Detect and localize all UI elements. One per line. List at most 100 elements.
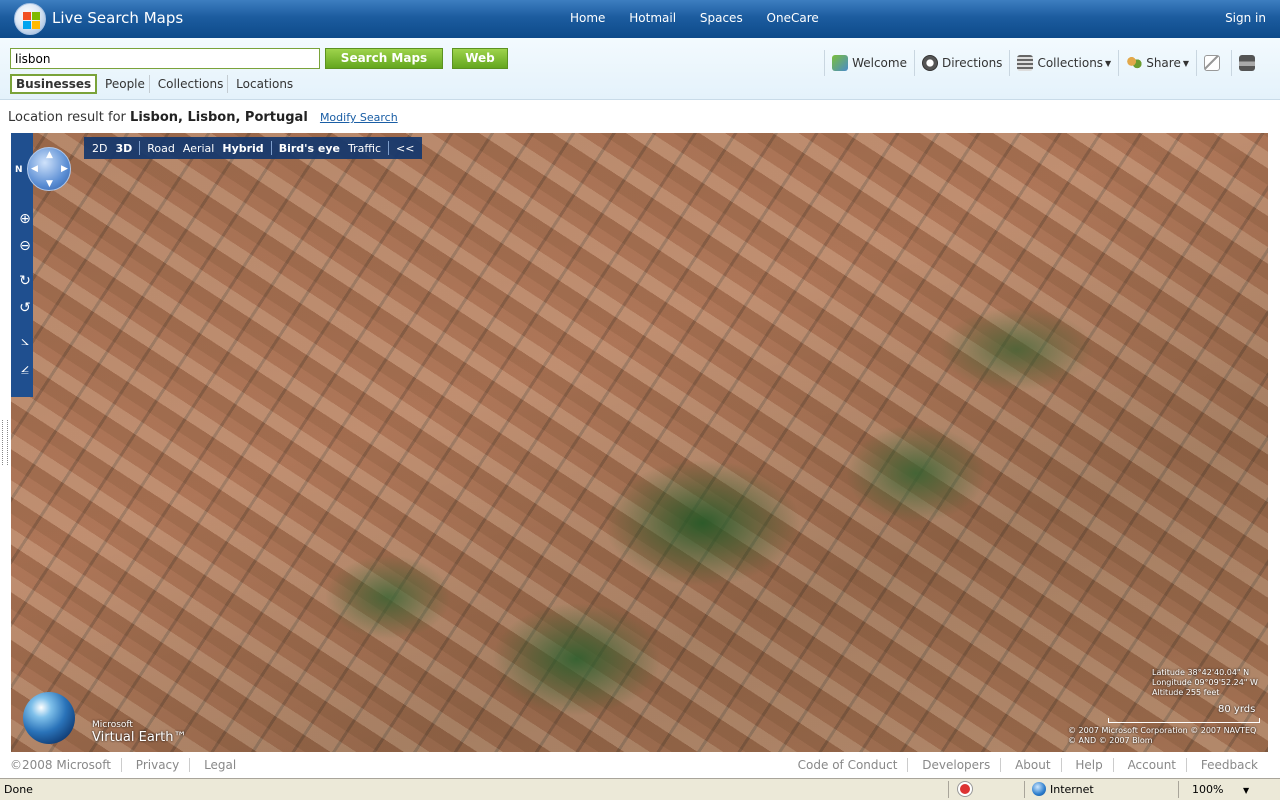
chevron-down-icon[interactable]: ▼	[1243, 786, 1249, 795]
footer-privacy-link[interactable]: Privacy	[125, 758, 191, 772]
copyright-line-2: © AND © 2007 Blom	[1068, 736, 1153, 745]
footer-about-link[interactable]: About	[1005, 758, 1062, 772]
rotate-clockwise-icon[interactable]: ↻	[17, 273, 33, 289]
nav-onecare[interactable]: OneCare	[767, 11, 819, 25]
collapse-mode-bar-button[interactable]: <<	[392, 142, 418, 155]
divider	[1024, 781, 1025, 798]
pan-left-icon[interactable]: ◀	[31, 164, 38, 174]
directions-label: Directions	[941, 56, 1003, 70]
mode-traffic[interactable]: Traffic	[344, 142, 385, 155]
page-footer: ©2008 Microsoft Privacy Legal Code of Co…	[0, 752, 1280, 776]
collections-label: Collections	[1037, 56, 1104, 70]
mode-3d[interactable]: 3D	[111, 142, 136, 155]
footer-account-link[interactable]: Account	[1117, 758, 1188, 772]
zoom-level-text: 100%	[1192, 783, 1224, 796]
latitude-text: Latitude 38°42'40.04" N	[1152, 668, 1250, 677]
directions-button[interactable]: Directions	[913, 50, 1009, 76]
map-tools: Welcome Directions Collections ▼ Share ▼	[824, 50, 1266, 76]
tilt-down-icon[interactable]: ⦤	[17, 360, 33, 376]
divider	[270, 141, 272, 155]
people-icon	[1126, 55, 1143, 71]
welcome-label: Welcome	[852, 56, 907, 70]
nav-home[interactable]: Home	[570, 11, 605, 25]
search-category-tabs: Businesses People Collections Locations	[10, 74, 297, 94]
divider	[948, 781, 949, 798]
mode-2d[interactable]: 2D	[88, 142, 111, 155]
nav-spaces[interactable]: Spaces	[700, 11, 743, 25]
mode-road[interactable]: Road	[143, 142, 179, 155]
internet-zone-icon	[1032, 782, 1046, 796]
scale-bar	[1108, 718, 1260, 723]
result-location: Lisbon, Lisbon, Portugal	[130, 110, 308, 125]
zoom-out-icon[interactable]: ⊖	[17, 238, 33, 254]
search-input[interactable]	[10, 48, 320, 69]
browser-zoom-level[interactable]: 100% ▼	[1192, 783, 1249, 796]
status-text: Done	[4, 783, 33, 796]
security-report-icon[interactable]	[958, 782, 972, 796]
share-button[interactable]: Share ▼	[1118, 50, 1196, 76]
pan-compass-control[interactable]: ▲ ▼ ◀ ▶	[27, 147, 71, 191]
tab-businesses[interactable]: Businesses	[10, 74, 98, 94]
virtual-earth-microsoft-text: Microsoft	[92, 720, 133, 730]
printer-icon	[1239, 55, 1255, 71]
map-canvas[interactable]	[11, 133, 1268, 752]
scale-label: 80 yrds	[1218, 704, 1256, 715]
footer-code-of-conduct-link[interactable]: Code of Conduct	[787, 758, 909, 772]
longitude-text: Longitude 09°09'52.24" W	[1152, 678, 1258, 687]
pan-right-icon[interactable]: ▶	[61, 164, 68, 174]
rotate-counterclockwise-icon[interactable]: ↺	[17, 300, 33, 316]
search-bar: Search Maps Web Businesses People Collec…	[0, 38, 1280, 100]
coordinates-readout: Latitude 38°42'40.04" N Longitude 09°09'…	[1152, 668, 1258, 698]
browser-status-bar: Done Internet 100% ▼	[0, 778, 1280, 800]
pan-up-icon[interactable]: ▲	[46, 150, 53, 160]
mode-aerial[interactable]: Aerial	[179, 142, 218, 155]
edit-icon	[1204, 55, 1220, 71]
copyright-line-1: © 2007 Microsoft Corporation © 2007 NAVT…	[1068, 726, 1257, 735]
chevron-down-icon: ▼	[1105, 58, 1112, 68]
footer-developers-link[interactable]: Developers	[912, 758, 1002, 772]
north-indicator: N	[15, 165, 23, 175]
footer-feedback-link[interactable]: Feedback	[1191, 758, 1268, 772]
divider	[139, 141, 141, 155]
map-mode-bar: 2D 3D Road Aerial Hybrid Bird's eye Traf…	[84, 137, 423, 159]
mode-birds-eye[interactable]: Bird's eye	[275, 142, 344, 155]
print-button[interactable]	[1231, 50, 1266, 76]
steering-wheel-icon	[921, 55, 938, 71]
footer-copyright: ©2008 Microsoft	[10, 758, 122, 772]
footer-right-links: Code of Conduct Developers About Help Ac…	[787, 758, 1268, 772]
virtual-earth-globe-icon	[23, 692, 75, 744]
modify-search-link[interactable]: Modify Search	[320, 111, 398, 124]
result-prefix: Location result for	[8, 110, 126, 125]
search-maps-button[interactable]: Search Maps	[325, 48, 443, 69]
tilt-up-icon[interactable]: ⦣	[17, 333, 33, 349]
nav-hotmail[interactable]: Hotmail	[629, 11, 676, 25]
location-result: Location result for Lisbon, Lisbon, Port…	[8, 110, 398, 125]
windows-logo-icon[interactable]	[14, 3, 46, 35]
welcome-icon	[832, 55, 849, 71]
zoom-in-icon[interactable]: ⊕	[17, 211, 33, 227]
footer-left-links: ©2008 Microsoft Privacy Legal	[10, 758, 246, 772]
side-panel-resize-handle[interactable]	[2, 420, 8, 465]
share-label: Share	[1146, 56, 1181, 70]
welcome-button[interactable]: Welcome	[824, 50, 914, 76]
pan-down-icon[interactable]: ▼	[46, 179, 53, 189]
top-nav: Home Hotmail Spaces OneCare	[560, 11, 829, 25]
divider	[1178, 781, 1179, 798]
collections-button[interactable]: Collections ▼	[1009, 50, 1118, 76]
footer-help-link[interactable]: Help	[1065, 758, 1114, 772]
tab-people[interactable]: People	[101, 75, 150, 93]
top-bar: Live Search Maps Home Hotmail Spaces One…	[0, 0, 1280, 38]
footer-legal-link[interactable]: Legal	[194, 758, 246, 772]
edit-button[interactable]	[1196, 50, 1231, 76]
chevron-down-icon: ▼	[1182, 58, 1189, 68]
sign-in-link[interactable]: Sign in	[1225, 11, 1266, 25]
tab-locations[interactable]: Locations	[232, 75, 297, 93]
app-title[interactable]: Live Search Maps	[52, 9, 183, 27]
security-zone-text: Internet	[1050, 783, 1094, 796]
tab-collections[interactable]: Collections	[154, 75, 229, 93]
web-search-button[interactable]: Web	[452, 48, 508, 69]
virtual-earth-logo-text: Virtual Earth™	[92, 730, 187, 745]
divider	[388, 141, 390, 155]
mode-hybrid[interactable]: Hybrid	[218, 142, 267, 155]
map-copyright: © 2007 Microsoft Corporation © 2007 NAVT…	[1068, 726, 1256, 746]
